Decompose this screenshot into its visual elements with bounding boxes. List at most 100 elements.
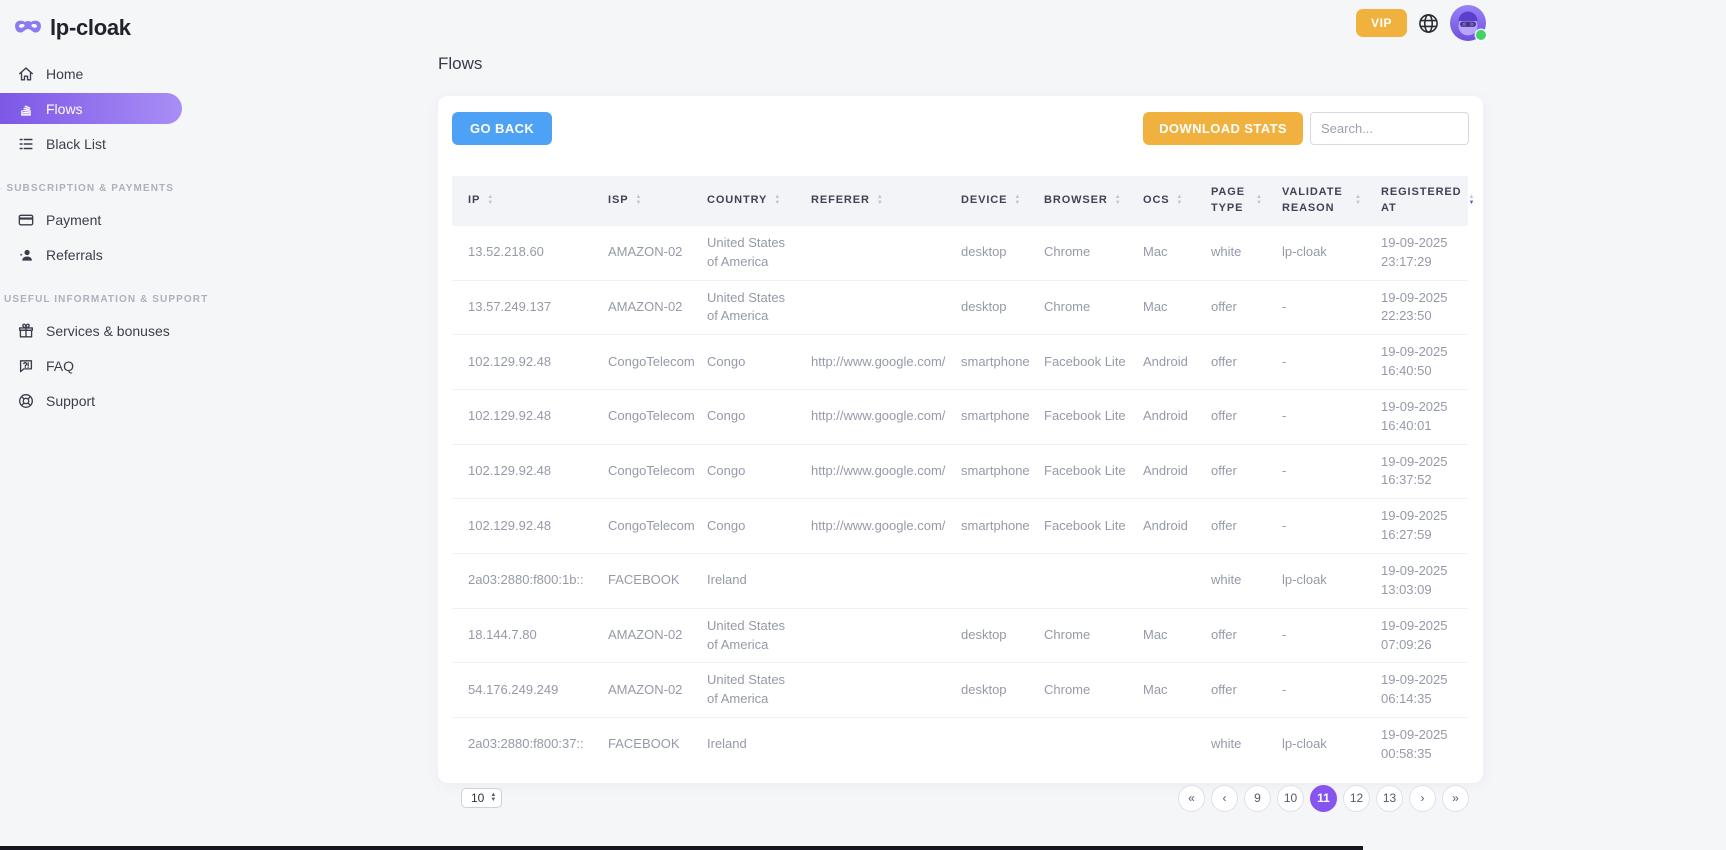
table-cell: white [1195, 718, 1266, 772]
table-row: 102.129.92.48CongoTelecomCongohttp://www… [452, 335, 1468, 390]
column-label: VALIDATE REASON [1282, 185, 1348, 217]
table-row: 2a03:2880:f800:37::FACEBOOKIrelandwhitel… [452, 718, 1468, 772]
table-cell: Mac [1127, 663, 1195, 718]
column-header-registered-at[interactable]: REGISTERED AT▲▼ [1365, 176, 1468, 226]
column-header-referer[interactable]: REFERER▲▼ [795, 176, 945, 226]
go-back-button[interactable]: GO BACK [452, 112, 552, 145]
table-cell: AMAZON-02 [592, 280, 691, 335]
prev-page-button[interactable]: ‹ [1211, 785, 1238, 812]
first-page-button[interactable]: « [1178, 785, 1205, 812]
table-cell: CongoTelecom [592, 389, 691, 444]
table-cell: smartphone [945, 444, 1028, 499]
table-cell [1028, 554, 1127, 609]
table-cell: 19-09-2025 00:58:35 [1365, 718, 1468, 772]
table-row: 102.129.92.48CongoTelecomCongohttp://www… [452, 499, 1468, 554]
last-page-button[interactable]: » [1442, 785, 1469, 812]
per-page-select[interactable]: 10 ▲▼ [461, 788, 502, 808]
table-cell: offer [1195, 499, 1266, 554]
page-button-12[interactable]: 12 [1343, 785, 1370, 812]
page-button-10[interactable]: 10 [1277, 785, 1304, 812]
column-header-browser[interactable]: BROWSER▲▼ [1028, 176, 1127, 226]
table-cell: Chrome [1028, 663, 1127, 718]
table-cell: Facebook Lite [1028, 389, 1127, 444]
per-page-value: 10 [471, 791, 484, 805]
sidebar-item-label: Flows [46, 101, 83, 117]
sidebar-item-referrals[interactable]: Referrals [0, 239, 200, 270]
flows-card: GO BACK DOWNLOAD STATS IP ▲▼ ISP▲▼COUNTRY▲… [438, 96, 1483, 783]
sidebar-item-support[interactable]: Support [0, 385, 200, 416]
sidebar-item-flows[interactable]: Flows [0, 93, 182, 124]
column-label: IP [468, 193, 480, 209]
column-header-ocs[interactable]: OCS▲▼ [1127, 176, 1195, 226]
table-cell: lp-cloak [1266, 226, 1365, 280]
table-cell: - [1266, 444, 1365, 499]
sidebar: lp-cloak Home Flows [0, 0, 200, 850]
next-page-button[interactable]: › [1409, 785, 1436, 812]
table-cell: desktop [945, 663, 1028, 718]
lifebuoy-icon [17, 392, 35, 410]
table-cell: Android [1127, 499, 1195, 554]
table-cell [795, 554, 945, 609]
home-icon [17, 65, 35, 83]
sidebar-item-label: Black List [46, 136, 106, 152]
table-cell: United States of America [691, 280, 795, 335]
table-cell: Facebook Lite [1028, 444, 1127, 499]
table-cell: Mac [1127, 608, 1195, 663]
sidebar-item-label: Home [46, 66, 83, 82]
list-icon [17, 135, 35, 153]
sidebar-item-payment[interactable]: Payment [0, 204, 200, 235]
table-cell: Android [1127, 335, 1195, 390]
table-cell: Facebook Lite [1028, 499, 1127, 554]
page-button-9[interactable]: 9 [1244, 785, 1271, 812]
sort-icon: ▲▼ [487, 195, 493, 206]
bottom-edge-bar [0, 846, 1363, 850]
table-cell: CongoTelecom [592, 499, 691, 554]
table-header-row: IP▲▼ISP▲▼COUNTRY▲▼REFERER▲▼DEVICE▲▼BROWS… [452, 176, 1468, 226]
download-stats-button[interactable]: DOWNLOAD STATS [1143, 112, 1303, 145]
column-header-country[interactable]: COUNTRY▲▼ [691, 176, 795, 226]
table-cell: offer [1195, 444, 1266, 499]
toolbar: GO BACK DOWNLOAD STATS [452, 112, 1469, 145]
flows-icon [17, 100, 35, 118]
sort-icon: ▲▼ [877, 195, 883, 206]
table-cell: - [1266, 335, 1365, 390]
table-cell: 19-09-2025 16:40:50 [1365, 335, 1468, 390]
column-header-ip[interactable]: IP ▲▼ [452, 176, 592, 226]
table-cell: offer [1195, 663, 1266, 718]
sort-icon: ▲▼ [1469, 195, 1475, 206]
table-cell: United States of America [691, 226, 795, 280]
table-row: 2a03:2880:f800:1b::FACEBOOKIrelandwhitel… [452, 554, 1468, 609]
table-cell: 102.129.92.48 [452, 335, 592, 390]
sidebar-item-services-bonuses[interactable]: Services & bonuses [0, 315, 200, 346]
column-label: OCS [1143, 193, 1170, 209]
page-title: Flows [438, 54, 1483, 74]
table-cell: 102.129.92.48 [452, 499, 592, 554]
table-cell: white [1195, 554, 1266, 609]
table-cell: desktop [945, 226, 1028, 280]
sidebar-item-home[interactable]: Home [0, 58, 200, 89]
table-cell [945, 554, 1028, 609]
column-header-validate-reason[interactable]: VALIDATE REASON▲▼ [1266, 176, 1365, 226]
sidebar-item-black-list[interactable]: Black List [0, 128, 200, 159]
table-cell: Chrome [1028, 608, 1127, 663]
column-label: DEVICE [961, 193, 1007, 209]
table-cell: 19-09-2025 13:03:09 [1365, 554, 1468, 609]
table-cell: 13.57.249.137 [452, 280, 592, 335]
column-header-isp[interactable]: ISP▲▼ [592, 176, 691, 226]
page-button-11[interactable]: 11 [1310, 785, 1337, 812]
table-cell: Chrome [1028, 226, 1127, 280]
table-cell: AMAZON-02 [592, 663, 691, 718]
table-cell: Android [1127, 389, 1195, 444]
table-cell [945, 718, 1028, 772]
table-cell: 19-09-2025 23:17:29 [1365, 226, 1468, 280]
page-button-13[interactable]: 13 [1376, 785, 1403, 812]
search-input[interactable] [1310, 112, 1469, 145]
column-header-page-type[interactable]: PAGE TYPE▲▼ [1195, 176, 1266, 226]
table-row: 18.144.7.80AMAZON-02United States of Ame… [452, 608, 1468, 663]
column-header-device[interactable]: DEVICE▲▼ [945, 176, 1028, 226]
table-row: 102.129.92.48CongoTelecomCongohttp://www… [452, 444, 1468, 499]
sidebar-item-faq[interactable]: FAQ [0, 350, 200, 381]
table-cell: http://www.google.com/ [795, 335, 945, 390]
sidebar-section-support: USEFUL INFORMATION & SUPPORT [0, 294, 200, 305]
sidebar-item-label: Referrals [46, 247, 103, 263]
